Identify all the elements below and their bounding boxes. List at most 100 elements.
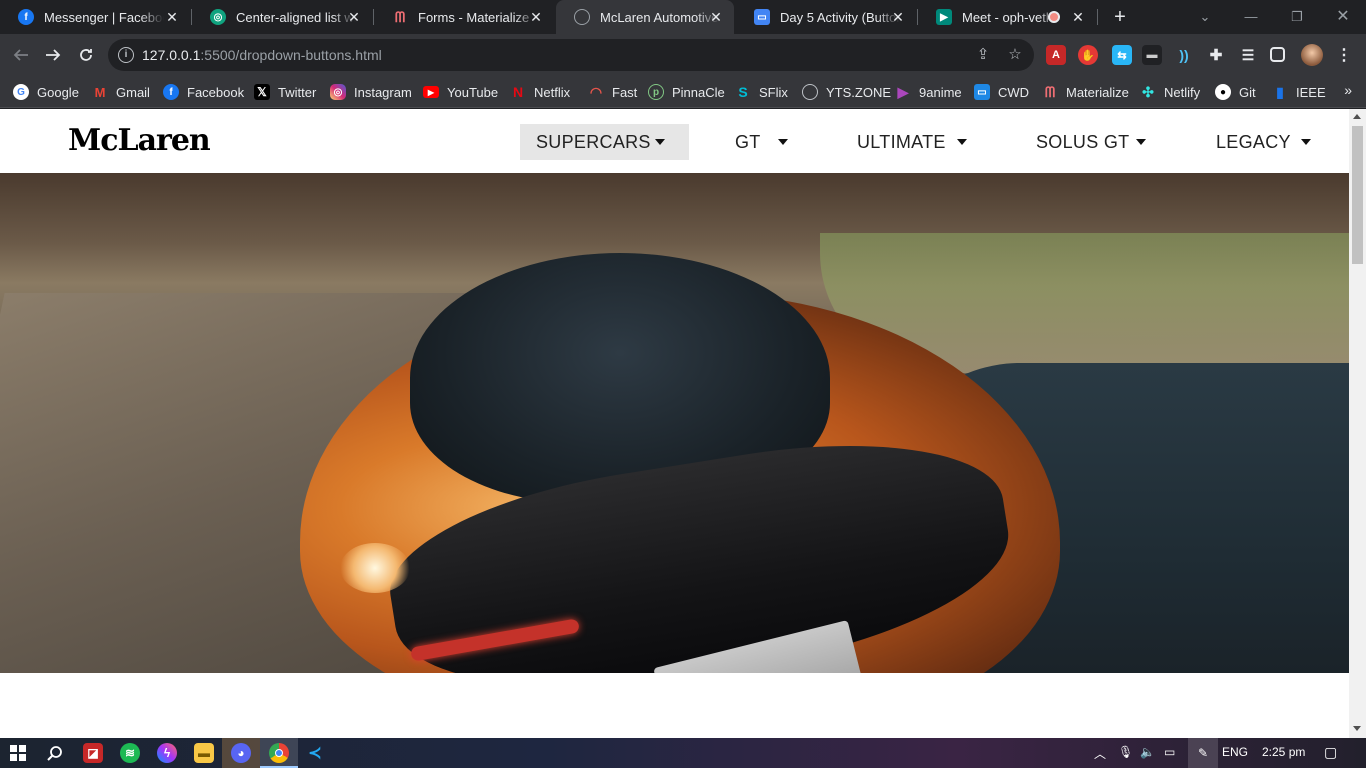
facebook-icon: f — [163, 84, 179, 100]
close-icon[interactable]: ✕ — [890, 9, 906, 25]
bookmark-ieee[interactable]: ▮ IEEE — [1272, 82, 1325, 102]
youtube-icon: ▶ — [423, 86, 439, 98]
close-icon[interactable]: ✕ — [346, 9, 362, 25]
scrollbar-thumb[interactable] — [1352, 126, 1363, 264]
tab-messenger[interactable]: f Messenger | Facebook ✕ — [0, 0, 190, 34]
extension-wave-icon[interactable]: )) — [1174, 45, 1194, 65]
tab-mclaren[interactable]: McLaren Automotive ✕ — [556, 0, 734, 34]
9anime-icon: ▶ — [897, 83, 909, 100]
facebook-icon: f — [18, 9, 34, 25]
media-control-icon[interactable]: ☰ — [1238, 45, 1258, 65]
close-icon[interactable]: ✕ — [528, 9, 544, 25]
scroll-up-icon[interactable] — [1353, 114, 1361, 119]
nav-solus-gt-dropdown[interactable]: SOLUS GT — [1036, 124, 1166, 160]
tab-center-aligned[interactable]: ◎ Center-aligned list with... ✕ — [192, 0, 372, 34]
pinnacle-icon: p — [648, 84, 664, 100]
app-red-icon[interactable]: ◪ — [83, 743, 103, 763]
google-icon: G — [13, 84, 29, 100]
url-text[interactable]: 127.0.0.1:5500/dropdown-buttons.html — [142, 47, 382, 63]
profile-avatar[interactable] — [1301, 44, 1323, 66]
tab-title: Forms - Materialize — [418, 9, 530, 25]
close-window-button[interactable]: ✕ — [1320, 0, 1366, 34]
file-explorer-icon[interactable]: ▬ — [194, 743, 214, 763]
nav-supercars-dropdown[interactable]: SUPERCARS — [520, 124, 689, 160]
network-icon[interactable]: ▭ — [1164, 745, 1175, 759]
discord-icon[interactable]: ◕ — [231, 743, 251, 763]
bookmark-facebook[interactable]: f Facebook — [163, 82, 244, 102]
windows-start-icon[interactable] — [8, 743, 28, 763]
address-bar[interactable]: i 127.0.0.1:5500/dropdown-buttons.html ⇪… — [108, 39, 1034, 71]
yts-icon — [802, 84, 818, 100]
minimize-button[interactable]: — — [1228, 0, 1274, 34]
hero-image — [0, 173, 1349, 673]
extension-blue-icon[interactable]: ⇆ — [1112, 45, 1132, 65]
show-hidden-icons[interactable]: ︿ — [1094, 745, 1106, 762]
page-scrollbar[interactable] — [1349, 109, 1366, 738]
sflix-icon: S — [738, 84, 748, 100]
messenger-icon[interactable]: ϟ — [157, 743, 177, 763]
close-icon[interactable]: ✕ — [1070, 9, 1086, 25]
bookmark-instagram[interactable]: ◎ Instagram — [330, 82, 412, 102]
chatgpt-icon: ◎ — [210, 9, 226, 25]
bookmark-pinnacle[interactable]: p PinnaCle — [648, 82, 725, 102]
spotify-icon[interactable]: ≋ — [120, 743, 140, 763]
restore-button[interactable]: ❐ — [1274, 0, 1320, 34]
reload-button[interactable] — [73, 42, 99, 68]
bookmark-icon: ▮ — [1276, 83, 1284, 100]
nav-legacy-dropdown[interactable]: LEGACY — [1216, 124, 1326, 160]
extensions-puzzle-icon[interactable]: ✚ — [1206, 45, 1226, 65]
extension-dark-icon[interactable]: ▬ — [1142, 45, 1162, 65]
nav-gt-dropdown[interactable]: GT — [735, 124, 805, 160]
bookmark-git[interactable]: ● Git — [1215, 82, 1256, 102]
tab-day5-activity[interactable]: ▭ Day 5 Activity (Button... ✕ — [736, 0, 916, 34]
nav-ultimate-dropdown[interactable]: ULTIMATE — [857, 124, 987, 160]
bookmarks-bar: G Google M Gmail f Facebook 𝕏 Twitter ◎ Insta… — [0, 76, 1366, 108]
bookmark-fast[interactable]: ◠ Fast — [588, 82, 637, 102]
bookmark-yts[interactable]: YTS.ZONE — [802, 82, 891, 102]
mclaren-logo[interactable]: McLaren — [68, 123, 211, 158]
scroll-down-icon[interactable] — [1353, 726, 1361, 731]
materialize-icon: ᗰ — [394, 8, 406, 25]
bookmark-9anime[interactable]: ▶ 9anime — [895, 82, 962, 102]
pen-icon[interactable]: ✎ — [1188, 738, 1218, 768]
microphone-icon[interactable]: 🎙 — [1118, 745, 1133, 759]
adblock-extension-icon[interactable]: ✋ — [1078, 45, 1098, 65]
tab-search-icon[interactable]: ⌄ — [1182, 0, 1228, 34]
menu-kebab-icon[interactable]: ⋮ — [1334, 45, 1354, 65]
bookmark-materialize[interactable]: ᗰ Materialize — [1042, 82, 1129, 102]
bookmark-youtube[interactable]: ▶ YouTube — [423, 82, 498, 102]
notifications-icon[interactable]: ▢ — [1324, 744, 1337, 761]
bookmark-gmail[interactable]: M Gmail — [92, 82, 150, 102]
clock[interactable]: 2:25 pm — [1262, 745, 1305, 759]
close-icon[interactable]: ✕ — [164, 9, 180, 25]
info-icon[interactable]: i — [118, 47, 134, 63]
bookmark-netflix[interactable]: N Netflix — [510, 82, 570, 102]
tab-forms-materialize[interactable]: ᗰ Forms - Materialize ✕ — [374, 0, 554, 34]
star-icon[interactable]: ☆ — [1006, 46, 1024, 64]
close-icon[interactable]: ✕ — [708, 9, 724, 25]
vscode-icon[interactable]: ≺ — [305, 743, 325, 763]
tab-meet[interactable]: ▶ Meet - oph-vetk... ✕ — [918, 0, 1096, 34]
back-button[interactable] — [8, 42, 34, 68]
search-icon[interactable] — [45, 743, 65, 763]
pdf-extension-icon[interactable]: A — [1046, 45, 1066, 65]
volume-icon[interactable]: 🔈 — [1140, 745, 1155, 759]
bookmarks-overflow-icon[interactable]: » — [1344, 82, 1352, 98]
new-tab-button[interactable]: + — [1108, 5, 1132, 29]
bookmark-netlify[interactable]: ✣ Netlify — [1140, 82, 1200, 102]
bookmark-cwd[interactable]: ▭ CWD — [974, 82, 1029, 102]
bookmark-sflix[interactable]: S SFlix — [735, 82, 788, 102]
arrow-right-icon — [46, 49, 61, 61]
chrome-icon[interactable] — [269, 743, 289, 763]
forward-button[interactable] — [40, 42, 66, 68]
side-panel-icon[interactable] — [1270, 47, 1285, 62]
tab-title: Messenger | Facebook — [44, 9, 164, 25]
caret-down-icon — [778, 139, 788, 145]
bookmark-google[interactable]: G Google — [13, 82, 79, 102]
language-indicator[interactable]: ENG — [1222, 745, 1248, 759]
browser-toolbar: i 127.0.0.1:5500/dropdown-buttons.html ⇪… — [0, 34, 1366, 76]
share-icon[interactable]: ⇪ — [974, 46, 992, 64]
netlify-icon: ✣ — [1142, 83, 1154, 100]
bookmark-twitter[interactable]: 𝕏 Twitter — [254, 82, 316, 102]
site-navbar: McLaren SUPERCARS GT ULTIMATE SOLUS GT L… — [0, 109, 1349, 173]
